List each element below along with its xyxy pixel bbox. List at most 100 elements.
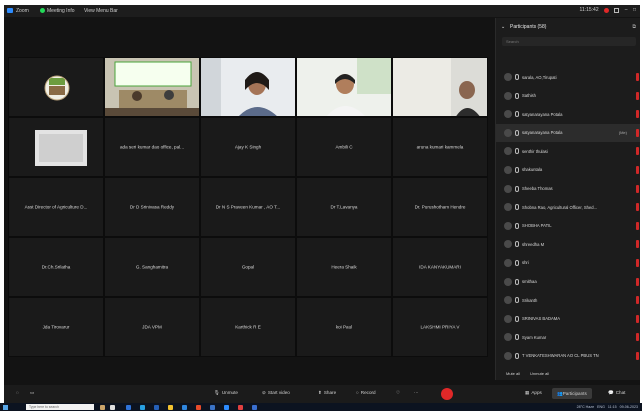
taskbar-app-icon[interactable] xyxy=(100,404,105,410)
participant-row[interactable]: Srikanth xyxy=(496,291,640,310)
participant-row[interactable]: SHOBHA PATIL xyxy=(496,217,640,236)
video-tile[interactable]: Gopal xyxy=(200,237,296,297)
video-tile[interactable] xyxy=(296,57,392,117)
video-tile[interactable]: Ajay K Singh xyxy=(200,117,296,177)
participant-row[interactable]: Shobna Rao, Agricultural Officer, Shed..… xyxy=(496,198,640,217)
video-tile[interactable]: G. Sanghamitra xyxy=(104,237,200,297)
participant-row[interactable]: Sathish xyxy=(496,87,640,106)
record-button[interactable]: ○ Record xyxy=(356,390,376,395)
avatar xyxy=(504,314,512,323)
participant-row[interactable]: shri xyxy=(496,254,640,273)
video-tile[interactable]: Jda Tirovarur xyxy=(8,297,104,357)
windows-start-icon[interactable] xyxy=(3,404,8,410)
restore-icon[interactable]: □ xyxy=(633,7,636,13)
more-icon[interactable]: ⋯ xyxy=(414,390,419,396)
caption-icon[interactable]: ▭ xyxy=(30,390,34,396)
share-button[interactable]: ⬆ Share xyxy=(318,390,336,396)
minimize-icon[interactable]: – xyxy=(625,7,628,13)
chat-button[interactable]: 💬 Chat xyxy=(608,390,625,396)
video-tile[interactable]: Karthick R E xyxy=(200,297,296,357)
mic-icon xyxy=(515,185,519,192)
participant-row[interactable]: SRINIVAS BADAMA xyxy=(496,310,640,329)
participant-name: SHOBHA PATIL xyxy=(522,223,552,229)
video-off-icon xyxy=(636,296,639,305)
video-tile[interactable]: Dr N S Praveen Kumar , AO T... xyxy=(200,177,296,237)
participant-row[interactable]: Sheeba Thomas xyxy=(496,180,640,199)
participant-row[interactable]: shreedha M xyxy=(496,235,640,254)
video-tile[interactable]: Dr T.Lavanya xyxy=(296,177,392,237)
taskbar-app-icon[interactable] xyxy=(126,404,131,410)
video-tile[interactable]: Dr. Purushotham Hendre xyxy=(392,177,488,237)
participant-name-label: Dr T.Lavanya xyxy=(330,204,358,210)
video-tile[interactable] xyxy=(8,57,104,117)
video-tile[interactable]: IDA KANYAKUMARI xyxy=(392,237,488,297)
start-video-button[interactable]: ⊘ Start video xyxy=(262,390,290,396)
taskbar-app-icon[interactable] xyxy=(140,404,145,410)
video-tile[interactable]: LAKSHMI PRIYA V xyxy=(392,297,488,357)
view-menu-button[interactable]: View Menu Bar xyxy=(84,8,118,14)
video-tile[interactable]: Dr.Ch.Srilatha xyxy=(8,237,104,297)
avatar xyxy=(504,221,512,230)
zoom-taskbar-icon[interactable] xyxy=(224,404,229,410)
unmute-button[interactable]: 🎙 Unmute xyxy=(214,390,238,396)
unmute-all-button[interactable]: Unmute all xyxy=(530,371,549,376)
screen: Zoom Meeting Info View Menu Bar 11:15:42… xyxy=(0,0,642,411)
maximize-icon[interactable] xyxy=(614,7,620,13)
video-tile[interactable]: JDA VPM xyxy=(104,297,200,357)
zoom-window: Zoom Meeting Info View Menu Bar 11:15:42… xyxy=(4,5,640,403)
video-tile[interactable]: aruna kumari kammela xyxy=(392,117,488,177)
participant-name-label: Dr D Srinivasa Reddy xyxy=(129,204,175,210)
participant-list: sarala, AO,Tirupati Sathish satyanarayana … xyxy=(496,68,640,366)
taskbar-app-icon[interactable] xyxy=(252,404,257,410)
mic-icon xyxy=(515,92,519,99)
audio-settings-icon[interactable]: ◌ xyxy=(16,390,19,395)
video-off-icon xyxy=(636,203,639,212)
participants-search-input[interactable]: Search xyxy=(502,37,636,46)
video-tile[interactable] xyxy=(104,57,200,117)
participant-row[interactable]: senthir thulasi xyxy=(496,142,640,161)
video-tile[interactable]: Heera Shaik xyxy=(296,237,392,297)
taskbar-search-input[interactable]: Type here to search xyxy=(26,404,94,410)
meeting-info-button[interactable]: Meeting Info xyxy=(47,8,75,14)
participant-tag: (Me) xyxy=(618,129,627,135)
participant-name: Sheeba Thomas xyxy=(522,186,553,192)
video-tile[interactable]: Ambili C xyxy=(296,117,392,177)
taskbar-app-icon[interactable] xyxy=(182,404,187,410)
video-grid: ada seri kumar dao office, pal... Ajay K … xyxy=(8,57,488,357)
participants-button[interactable]: 👥Participants xyxy=(552,388,592,399)
participant-row[interactable]: smithaa xyxy=(496,273,640,292)
taskbar-app-icon[interactable] xyxy=(168,404,173,410)
participant-row[interactable]: sarala, AO,Tirupati xyxy=(496,68,640,87)
taskbar-app-icon[interactable] xyxy=(238,404,243,410)
participant-name-label: IDA KANYAKUMARI xyxy=(419,264,461,270)
video-tile[interactable] xyxy=(392,57,488,117)
popout-icon[interactable]: ⧉ xyxy=(632,24,636,30)
taskbar-app-icon[interactable] xyxy=(110,404,115,410)
participant-row[interactable]: T VENKATESHWARAN AO CL PBUS TN xyxy=(496,347,640,366)
taskbar-app-icon[interactable] xyxy=(196,404,201,410)
avatar xyxy=(504,91,512,100)
avatar xyxy=(35,130,87,166)
mic-icon xyxy=(515,352,519,359)
taskbar-app-icon[interactable] xyxy=(154,404,159,410)
participant-row[interactable]: Syam Kumar xyxy=(496,328,640,347)
video-tile[interactable]: koi Paul xyxy=(296,297,392,357)
video-tile[interactable] xyxy=(8,117,104,177)
participant-row[interactable]: shakuntala xyxy=(496,161,640,180)
video-tile[interactable]: ada seri kumar dao office, pal... xyxy=(104,117,200,177)
video-tile[interactable]: Asst Director of Agriculture D... xyxy=(8,177,104,237)
shield-icon xyxy=(40,8,45,13)
leave-button[interactable] xyxy=(441,388,453,400)
participant-row[interactable]: satyanarayana Potala xyxy=(496,105,640,124)
video-tile[interactable]: Dr D Srinivasa Reddy xyxy=(104,177,200,237)
record-indicator-icon xyxy=(604,7,610,13)
chevron-down-icon[interactable]: ⌄ xyxy=(501,24,505,30)
mic-icon xyxy=(515,222,519,229)
taskbar-app-icon[interactable] xyxy=(210,404,215,410)
apps-button[interactable]: ▦ Apps xyxy=(525,390,542,396)
video-tile[interactable] xyxy=(200,57,296,117)
reactions-icon[interactable]: ♡ xyxy=(396,390,400,396)
avatar xyxy=(504,73,512,81)
mute-all-button[interactable]: Mute all xyxy=(506,371,520,376)
participant-row[interactable]: satyanarayana Potala (Me) xyxy=(496,123,640,143)
